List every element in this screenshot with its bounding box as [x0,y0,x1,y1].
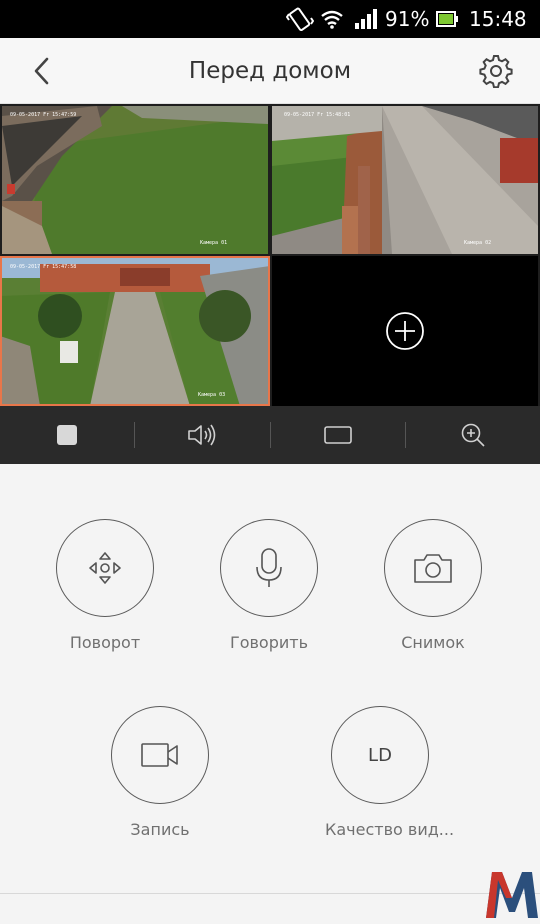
sound-button[interactable] [135,406,269,464]
camera-view-2[interactable]: 09-05-2017 Fr 15:48:01 Камера 02 [272,106,538,254]
fullscreen-button[interactable] [271,406,405,464]
clock: 15:48 [469,0,527,38]
ld-quality-text: LD [368,745,392,766]
page-title: Перед домом [0,38,540,104]
controls-panel: Поворот Говорить Снимок [0,464,540,920]
stop-button[interactable] [0,406,134,464]
zoom-in-icon [460,422,486,448]
camera-name: Камера 02 [464,240,491,246]
stop-icon [56,424,78,446]
camera-grid: 09-05-2017 Fr 15:47:59 Камера 01 09-05-2… [0,104,540,406]
ptz-label: Поворот [50,633,160,652]
playback-toolbar [0,406,540,464]
battery-percent: 91% [385,0,429,38]
back-button[interactable] [22,51,62,91]
zoom-button[interactable] [406,406,540,464]
camera-view-3[interactable]: 09-05-2017 Fr 15:47:58 Камера 03 [0,256,270,406]
record-button[interactable] [111,706,209,804]
talk-control[interactable]: Говорить [214,519,324,652]
snapshot-label: Снимок [378,633,488,652]
battery-icon [436,0,458,38]
header: Перед домом [0,38,540,104]
add-camera-slot[interactable] [272,256,538,406]
ptz-direction-icon [86,549,124,587]
camera-icon [413,552,453,584]
microphone-icon [254,547,284,589]
quality-control[interactable]: LD Качество вид... [325,706,435,839]
talk-label: Говорить [214,633,324,652]
signal-icon [354,0,378,38]
quality-button[interactable]: LD [331,706,429,804]
fullscreen-icon [324,426,352,444]
video-camera-icon [140,741,180,769]
plus-circle-icon [385,311,425,351]
vibrate-icon [286,0,314,38]
camera-name: Камера 01 [200,240,227,246]
settings-button[interactable] [474,51,518,91]
back-arrow-icon [31,56,53,86]
quality-label: Качество вид... [325,820,435,839]
camera-timestamp: 09-05-2017 Fr 15:47:58 [10,264,76,270]
watermark-logo [484,868,540,920]
snapshot-control[interactable]: Снимок [378,519,488,652]
camera-view-1[interactable]: 09-05-2017 Fr 15:47:59 Камера 01 [2,106,268,254]
gear-icon [479,54,513,88]
talk-button[interactable] [220,519,318,617]
record-label: Запись [105,820,215,839]
ptz-button[interactable] [56,519,154,617]
divider [0,893,540,894]
wifi-icon [320,0,344,38]
camera-timestamp: 09-05-2017 Fr 15:48:01 [284,112,350,118]
camera-name: Камера 03 [198,392,225,398]
record-control[interactable]: Запись [105,706,215,839]
camera-timestamp: 09-05-2017 Fr 15:47:59 [10,112,76,118]
ptz-control[interactable]: Поворот [50,519,160,652]
status-bar: 91% 15:48 [0,0,540,38]
speaker-icon [187,423,217,447]
snapshot-button[interactable] [384,519,482,617]
